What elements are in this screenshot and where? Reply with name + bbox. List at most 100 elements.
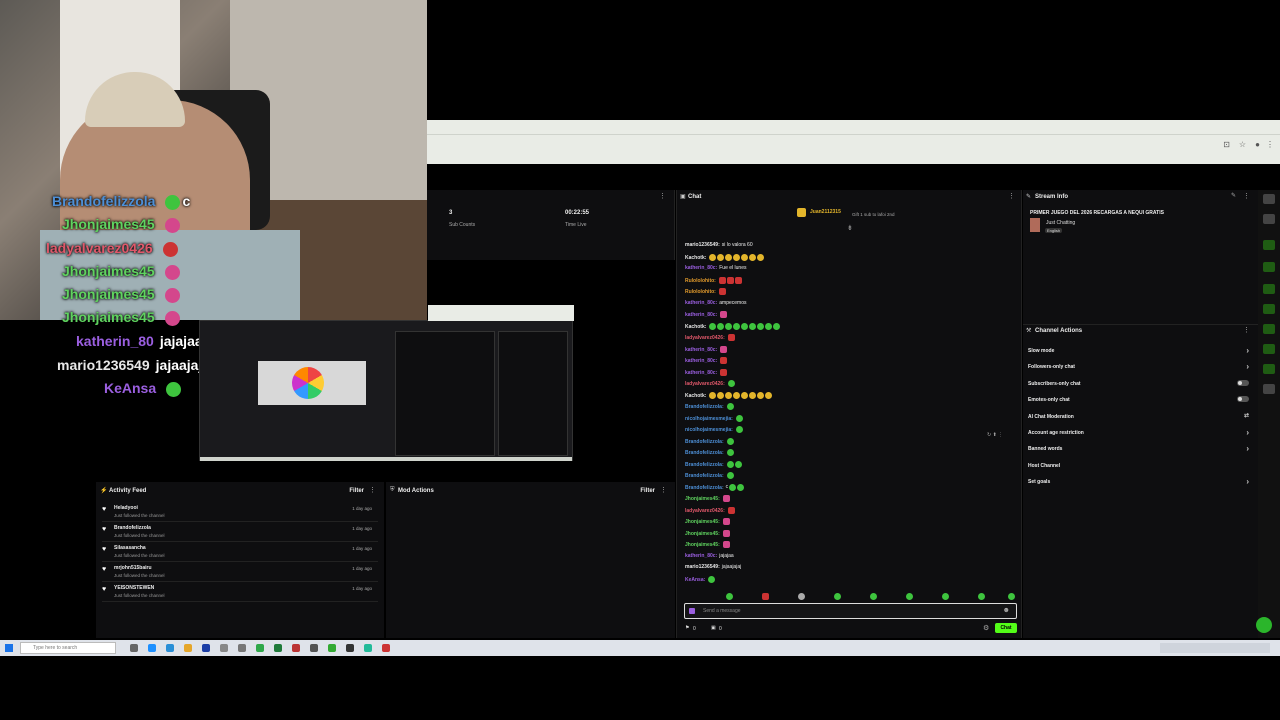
chat-username[interactable]: katherin_80c: (685, 265, 717, 271)
more-icon[interactable]: ⋮ (659, 192, 666, 200)
taskbar-search[interactable]: Type here to search (20, 642, 116, 654)
chat-username[interactable]: katherin_80c: (685, 553, 717, 559)
chat-message[interactable]: Brandofelizzola: (685, 472, 734, 479)
chat-message[interactable]: ladyalvarez0426: (685, 334, 735, 341)
chat-username[interactable]: Kachotk: (685, 254, 706, 260)
sidebar-icon-3[interactable] (1263, 240, 1275, 250)
profile-icon[interactable]: ● (1255, 140, 1260, 149)
emote-strip[interactable] (685, 593, 1015, 601)
excel-icon[interactable] (274, 644, 282, 652)
chat-username[interactable]: Kachotk: (685, 323, 706, 329)
chat-message[interactable]: Kachotk: (685, 391, 773, 399)
taskbar-app-icon-7[interactable] (328, 644, 336, 652)
chat-input-box[interactable]: Send a message ☻ (684, 603, 1017, 619)
edge-icon[interactable] (148, 644, 156, 652)
start-button[interactable] (5, 644, 13, 652)
chrome-icon[interactable] (256, 644, 264, 652)
help-button[interactable] (1256, 617, 1272, 633)
sidebar-icon-6[interactable] (1263, 304, 1275, 314)
edit-icon[interactable]: ✎ (1231, 192, 1236, 199)
channel-action-account-age-restriction[interactable]: Account age restriction › (1028, 428, 1253, 437)
toggle-switch[interactable] (1237, 379, 1249, 386)
chat-username[interactable]: mario1236549: (685, 564, 720, 570)
obs-icon[interactable] (346, 644, 354, 652)
taskview-icon[interactable] (130, 644, 138, 652)
chat-message[interactable]: Brandofelizzola: (685, 460, 742, 468)
chat-message[interactable]: katherin_80c: jajajaa (685, 553, 734, 559)
chat-username[interactable]: Kachotk: (685, 392, 706, 398)
chat-message[interactable]: katherin_80c: (685, 368, 728, 376)
sidebar-icon-10[interactable] (1263, 384, 1275, 394)
bookmark-icon[interactable]: ☆ (1239, 140, 1246, 149)
chat-message[interactable]: Brandofelizzola: (685, 403, 734, 410)
chat-message[interactable]: Jhonjaimes45: (685, 541, 730, 548)
sidebar-icon-1[interactable] (1263, 194, 1275, 204)
chat-username[interactable]: ladyalvarez0426: (685, 335, 725, 341)
chat-username[interactable]: Brandofelizzola: (685, 461, 724, 467)
chat-message[interactable]: Rulololohito: (685, 288, 726, 295)
channel-action-slow-mode[interactable]: Slow mode › (1028, 346, 1253, 355)
chat-message[interactable]: Rulololohito: (685, 276, 742, 284)
settings-icon[interactable]: ⇄ (1244, 412, 1249, 419)
chat-message[interactable]: Kachotk: (685, 322, 781, 330)
chat-message[interactable]: Brandofelizzola: c (685, 483, 745, 491)
taskbar-app-icon-5[interactable] (292, 644, 300, 652)
chat-username[interactable]: Brandofelizzola: (685, 450, 724, 456)
chat-message[interactable]: Jhonjaimes45: (685, 529, 730, 537)
chat-username[interactable]: KeAnsa: (685, 576, 705, 582)
chat-username[interactable]: katherin_80c: (685, 358, 717, 364)
sidebar-icon-5[interactable] (1263, 284, 1275, 294)
channel-action-emotes-only-chat[interactable]: Emotes-only chat (1028, 396, 1253, 403)
sidebar-icon-7[interactable] (1263, 324, 1275, 334)
channel-action-subscribers-only-chat[interactable]: Subscribers-only chat (1028, 379, 1253, 387)
chat-username[interactable]: Jhonjaimes45: (685, 542, 720, 548)
chat-username[interactable]: katherin_80c: (685, 346, 717, 352)
channel-actions-more-icon[interactable]: ⋮ (1243, 326, 1250, 334)
chat-message[interactable]: mario1236549: si lo valora 60 (685, 242, 753, 248)
channel-action-set-goals[interactable]: Set goals › (1028, 477, 1253, 486)
chat-username[interactable]: Rulololohito: (685, 289, 716, 295)
activity-filter-button[interactable]: Filter (349, 488, 364, 494)
chat-username[interactable]: Brandofelizzola: (685, 438, 724, 444)
chat-message[interactable]: Jhonjaimes45: (685, 518, 730, 525)
chat-message[interactable]: Brandofelizzola: (685, 437, 734, 445)
taskbar-app-icon-4[interactable] (238, 644, 246, 652)
chat-message[interactable]: ladyalvarez0426: (685, 506, 735, 514)
chat-username[interactable]: katherin_80c: (685, 312, 717, 318)
chat-message[interactable]: KeAnsa: (685, 575, 716, 583)
chat-username[interactable]: Brandofelizzola: (685, 404, 724, 410)
chat-message[interactable]: mario1236549: jajaajajaj (685, 564, 741, 570)
activity-item[interactable]: ♥ YEISONSTEWEN Just followed the channel 1 … (102, 582, 378, 602)
sidebar-icon-8[interactable] (1263, 344, 1275, 354)
chat-username[interactable]: katherin_80c: (685, 300, 717, 306)
toggle-switch[interactable] (1237, 396, 1249, 403)
chat-message[interactable]: nicolhojaimesmejia: (685, 414, 743, 422)
chat-username[interactable]: mario1236549: (685, 242, 720, 248)
taskbar-app-icon-8[interactable] (364, 644, 372, 652)
chat-message[interactable]: katherin_80c: (685, 345, 728, 353)
chat-message[interactable]: Jhonjaimes45: (685, 495, 730, 502)
chat-settings-icon[interactable]: ⚙ (983, 624, 989, 632)
chat-username[interactable]: Brandofelizzola: (685, 473, 724, 479)
activity-item[interactable]: ♥ mrjohn515bairu Just followed the channel… (102, 562, 378, 582)
channel-action-host-channel[interactable]: Host Channel (1028, 463, 1253, 469)
taskbar-app-icon-2[interactable] (202, 644, 210, 652)
chat-username[interactable]: Jhonjaimes45: (685, 519, 720, 525)
taskbar-app-icon-3[interactable] (220, 644, 228, 652)
chat-message[interactable]: Brandofelizzola: (685, 449, 734, 456)
chat-username[interactable]: nicolhojaimesmejia: (685, 427, 733, 433)
chat-message[interactable]: katherin_80c: (685, 311, 728, 318)
activity-item[interactable]: ♥ Brandofelizzola Just followed the channe… (102, 522, 378, 542)
file-explorer-icon[interactable] (184, 644, 192, 652)
chat-message[interactable]: nicolhojaimesmejia: (685, 426, 743, 433)
channel-action-followers-only-chat[interactable]: Followers-only chat › (1028, 362, 1253, 371)
chat-message[interactable]: katherin_80c: (685, 357, 728, 364)
emote-picker-icon[interactable]: ☻ (1003, 607, 1010, 614)
chat-send-button[interactable]: Chat (995, 623, 1017, 633)
channel-action-ai-chat-moderation[interactable]: AI Chat Moderation ⇄ (1028, 412, 1253, 420)
activity-item[interactable]: ♥ Heladyooi Just followed the channel 1 day… (102, 502, 378, 522)
system-tray[interactable] (1160, 643, 1270, 653)
activity-more-icon[interactable]: ⋮ (369, 486, 376, 494)
chat-username[interactable]: ladyalvarez0426: (685, 507, 725, 513)
chat-username[interactable]: katherin_80c: (685, 369, 717, 375)
